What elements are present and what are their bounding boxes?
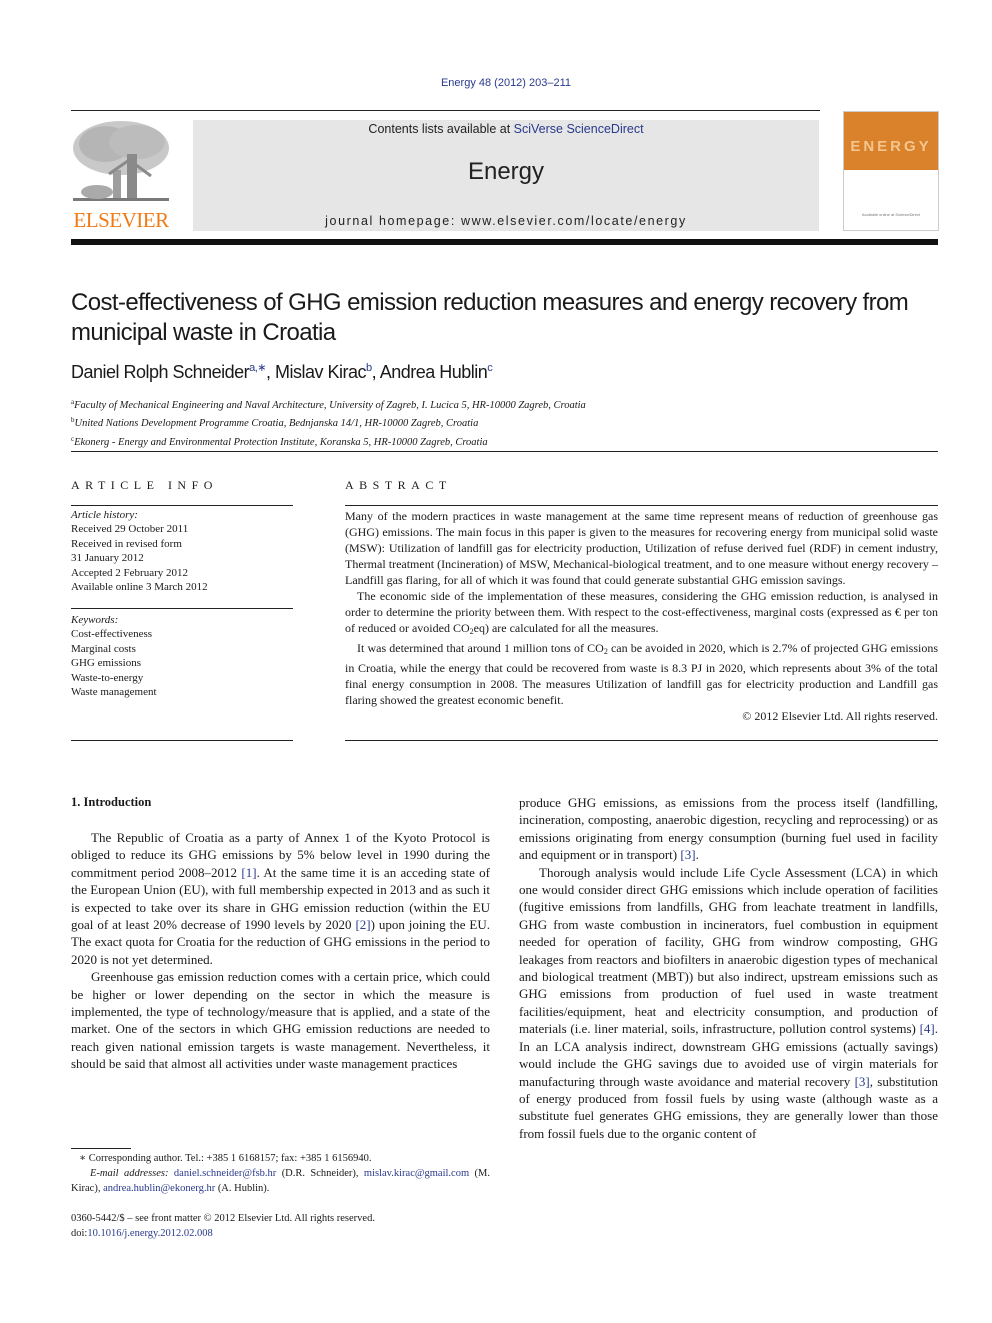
abstract-copyright: © 2012 Elsevier Ltd. All rights reserved… (742, 709, 938, 723)
section-heading-introduction: 1. Introduction (71, 795, 152, 809)
journal-cover-thumbnail[interactable]: ENERGY Available online at ScienceDirect (843, 111, 939, 231)
keyword-item: Cost-effectiveness (71, 628, 153, 641)
keywords-list: Keywords: Cost-effectiveness Marginal co… (71, 613, 157, 699)
history-item: Received 29 October 2011 (71, 523, 189, 536)
author-affiliation-marker[interactable]: c (487, 362, 493, 374)
doi-link[interactable]: 10.1016/j.energy.2012.02.008 (87, 1228, 212, 1239)
journal-citation-link[interactable]: Energy 48 (2012) 203–211 (0, 77, 992, 89)
article-info-heading: ARTICLE INFO (71, 478, 218, 492)
body-paragraph: produce GHG emissions, as emissions from… (519, 794, 938, 864)
history-item: Received in revised form (71, 537, 182, 550)
history-item: Available online 3 March 2012 (71, 581, 208, 594)
footnotes: ∗ Corresponding author. Tel.: +385 1 616… (71, 1151, 490, 1196)
email-owner: (D.R. Schneider), (276, 1168, 364, 1179)
reference-link[interactable]: [3] (855, 1074, 870, 1089)
intro-right-column: produce GHG emissions, as emissions from… (519, 794, 938, 1142)
affiliation-item: bUnited Nations Development Programme Cr… (71, 413, 586, 431)
email-link[interactable]: mislav.kirac@gmail.com (364, 1168, 469, 1179)
affiliation-text: Faculty of Mechanical Engineering and Na… (74, 400, 586, 411)
affiliation-text: United Nations Development Programme Cro… (74, 418, 479, 430)
abstract-text: It was determined that around 1 million … (357, 641, 604, 655)
author-separator: , (371, 362, 380, 382)
cover-caption: Available online at ScienceDirect (861, 212, 921, 217)
journal-banner: Contents lists available at SciVerse Sci… (193, 120, 819, 231)
author-name[interactable]: Daniel Rolph Schneider (71, 362, 250, 382)
front-matter: 0360-5442/$ – see front matter © 2012 El… (71, 1211, 375, 1241)
reference-link[interactable]: [1] (241, 865, 256, 880)
contents-available-line: Contents lists available at SciVerse Sci… (193, 122, 819, 136)
email-link[interactable]: andrea.hublin@ekonerg.hr (103, 1183, 215, 1194)
email-label: E-mail addresses: (90, 1168, 169, 1179)
author-list: Daniel Rolph Schneidera,∗, Mislav Kiracb… (71, 361, 493, 383)
keywords-rule (71, 608, 293, 609)
front-matter-line: 0360-5442/$ – see front matter © 2012 El… (71, 1213, 375, 1224)
sciencedirect-link[interactable]: SciVerse ScienceDirect (514, 122, 644, 136)
title-rule (71, 451, 938, 452)
cover-title: ENERGY (850, 138, 932, 155)
contents-prefix: Contents lists available at (368, 122, 514, 136)
history-item: 31 January 2012 (71, 552, 144, 565)
email-owner: (A. Hublin). (215, 1183, 270, 1194)
author-affiliation-marker[interactable]: a,∗ (249, 362, 266, 374)
email-addresses: E-mail addresses: daniel.schneider@fsb.h… (71, 1166, 490, 1196)
author-name[interactable]: Andrea Hublin (380, 362, 488, 382)
affiliation-item: aFaculty of Mechanical Engineering and N… (71, 395, 586, 413)
email-link[interactable]: daniel.schneider@fsb.hr (174, 1168, 276, 1179)
reference-link[interactable]: [4] (920, 1021, 935, 1036)
keyword-item: Marginal costs (71, 642, 136, 655)
corresponding-author-note: ∗ Corresponding author. Tel.: +385 1 616… (79, 1153, 372, 1164)
affiliation-list: aFaculty of Mechanical Engineering and N… (71, 395, 586, 450)
header-rule (71, 110, 820, 111)
doi-label: doi: (71, 1228, 88, 1239)
reference-link[interactable]: [3] (680, 847, 695, 862)
journal-homepage-link[interactable]: journal homepage: www.elsevier.com/locat… (193, 214, 819, 228)
keyword-item: Waste management (71, 686, 157, 699)
body-text: produce GHG emissions, as emissions from… (519, 795, 938, 863)
keywords-label: Keywords: (71, 614, 119, 626)
body-paragraph: Thorough analysis would include Life Cyc… (519, 864, 938, 1143)
doi-line: doi:10.1016/j.energy.2012.02.008 (71, 1226, 375, 1241)
intro-left-column: The Republic of Croatia as a party of An… (71, 829, 490, 1073)
article-history: Article history: Received 29 October 201… (71, 508, 208, 594)
article-history-label: Article history: (71, 509, 138, 521)
affiliation-text: Ekonerg - Energy and Environmental Prote… (74, 436, 488, 448)
affiliation-item: cEkonerg - Energy and Environmental Prot… (71, 432, 586, 450)
article-info-rule (71, 505, 293, 506)
reference-link[interactable]: [2] (355, 917, 370, 932)
abstract-body: Many of the modern practices in waste ma… (345, 508, 938, 724)
abstract-rule (345, 505, 938, 506)
elsevier-tree-icon (73, 121, 169, 201)
body-paragraph: The Republic of Croatia as a party of An… (71, 829, 490, 968)
abstract-bottom-rule (345, 740, 938, 741)
abstract-text: eq) are calculated for all the measures. (473, 621, 659, 635)
abstract-paragraph: The economic side of the implementation … (345, 588, 938, 640)
article-title: Cost-effectiveness of GHG emission reduc… (71, 289, 909, 346)
footnote-rule (71, 1148, 131, 1149)
abstract-paragraph: It was determined that around 1 million … (345, 640, 938, 708)
keyword-item: Waste-to-energy (71, 671, 144, 684)
body-paragraph: Greenhouse gas emission reduction comes … (71, 969, 490, 1072)
history-item: Accepted 2 February 2012 (71, 566, 188, 579)
article-info-bottom-rule (71, 740, 293, 741)
keyword-item: GHG emissions (71, 657, 141, 670)
journal-name: Energy (467, 158, 545, 185)
abstract-heading: ABSTRACT (345, 478, 452, 492)
author-name[interactable]: Mislav Kirac (275, 362, 367, 382)
header-thick-rule (71, 239, 938, 245)
elsevier-wordmark: ELSEVIER (73, 208, 169, 232)
body-text: . (695, 847, 699, 863)
body-text: Thorough analysis would include Life Cyc… (519, 864, 938, 1037)
abstract-paragraph: Many of the modern practices in waste ma… (345, 509, 938, 587)
elsevier-logo[interactable]: ELSEVIER (69, 118, 173, 233)
author-separator: , (266, 362, 276, 382)
